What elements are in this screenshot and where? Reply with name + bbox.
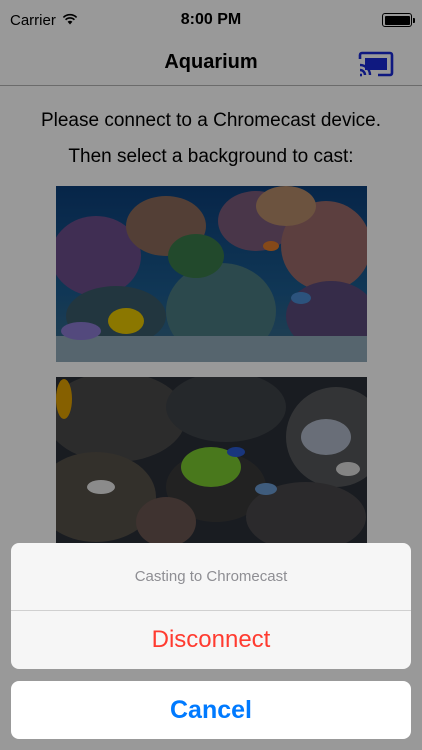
app-screen: Carrier 8:00 PM Aquarium Please connect … (0, 0, 422, 750)
action-sheet-title: Casting to Chromecast (11, 543, 411, 611)
disconnect-button[interactable]: Disconnect (11, 611, 411, 669)
action-sheet: Casting to Chromecast Disconnect (11, 543, 411, 669)
cancel-button[interactable]: Cancel (11, 681, 411, 739)
